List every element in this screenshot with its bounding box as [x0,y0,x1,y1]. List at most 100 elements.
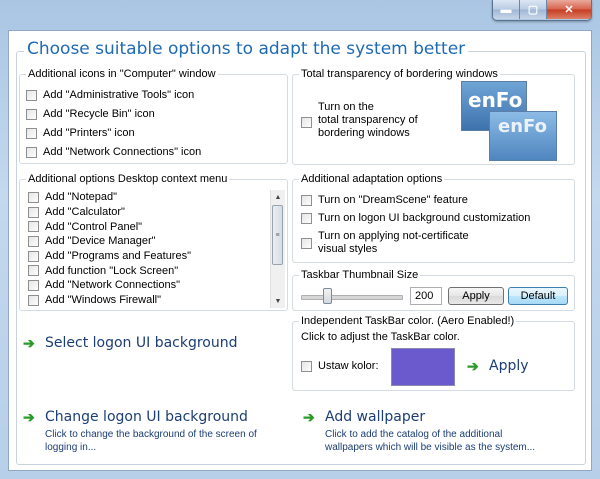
checkbox-network-connections[interactable]: Add "Network Connections" icon [26,146,201,158]
context-menu-group: Additional options Desktop context menu … [19,173,291,311]
checkbox-box[interactable] [26,89,37,101]
taskbar-color-caption: Independent TaskBar color. (Aero Enabled… [299,315,517,327]
maximize-icon: ▢ [527,4,539,16]
arrow-right-icon: ➔ [23,335,35,351]
list-item-label: Add "Programs and Features" [45,250,191,263]
checkbox-box[interactable] [26,146,37,158]
thumbnail-size-group: Taskbar Thumbnail Size 200 Apply Default [292,269,575,311]
list-item[interactable]: Add "Network Connections" [26,278,291,293]
arrow-right-icon: ➔ [467,358,479,374]
list-item-label: Add "Windows Firewall" [45,294,162,307]
checkbox-printers[interactable]: Add "Printers" icon [26,127,135,139]
list-item[interactable]: Add "Notepad" [26,190,291,205]
thumbnail-default-button[interactable]: Default [508,287,568,305]
maximize-button[interactable]: ▢ [520,0,547,19]
change-logon-background-link[interactable]: ➔ Change logon UI background [23,409,248,426]
transparency-checkbox[interactable]: Turn on the total transparency of border… [301,101,418,140]
set-color-checkbox[interactable]: Ustaw kolor: [301,360,379,372]
close-icon: ✕ [564,4,574,16]
arrow-right-icon: ➔ [303,409,315,425]
list-item-label: Add "Network Connections" [45,279,180,292]
adaptation-caption: Additional adaptation options [299,173,445,185]
list-item[interactable]: Add "Device Manager" [26,234,291,249]
preview-logo: enFo [498,116,547,137]
select-logon-background-link[interactable]: ➔ Select logon UI background [23,335,238,352]
window-controls: ▬ ▢ ✕ [492,0,592,21]
add-wallpaper-description: Click to add the catalog of the addition… [325,429,536,453]
grip-icon: ≡ [275,231,280,239]
checkbox-label: Ustaw kolor: [318,360,379,372]
list-item-label: Add "Notepad" [45,191,118,204]
taskbar-color-apply-link[interactable]: ➔ Apply [467,358,529,375]
checkbox-admin-tools[interactable]: Add "Administrative Tools" icon [26,89,194,101]
slider-thumb[interactable] [323,288,332,304]
checkbox-box[interactable] [28,294,39,306]
list-item[interactable]: Add "Programs and Features" [26,249,291,264]
minimize-icon: ▬ [500,3,512,16]
checkbox-label: Add "Printers" icon [43,127,135,139]
checkbox-label: Add "Network Connections" icon [43,146,202,158]
checkbox-box[interactable] [301,194,312,206]
checkbox-label: Turn on "DreamScene" feature [318,194,468,206]
list-item[interactable]: Add "Calculator" [26,205,291,220]
thumbnail-size-input[interactable]: 200 [410,287,442,305]
checkbox-box[interactable] [28,191,39,203]
page-title: Choose suitable options to adapt the sys… [24,39,469,59]
checkbox-label: Add "Recycle Bin" icon [43,108,155,120]
list-item[interactable]: Add "Windows Firewall" [26,293,291,308]
checkbox-box[interactable] [26,127,37,139]
checkbox-label: Add "Administrative Tools" icon [43,89,195,101]
checkbox-box[interactable] [28,206,39,218]
checkbox-recycle-bin[interactable]: Add "Recycle Bin" icon [26,108,155,120]
list-item-label: Add "Device Manager" [45,235,156,248]
title-bar: ▬ ▢ ✕ [0,0,600,30]
color-swatch[interactable] [391,348,455,386]
checkbox-box[interactable] [301,212,312,224]
link-label: Add wallpaper [325,409,426,425]
scroll-up-icon[interactable]: ▲ [271,190,285,204]
apply-link-label: Apply [489,358,529,374]
minimize-button[interactable]: ▬ [493,0,520,19]
taskbar-color-group: Independent TaskBar color. (Aero Enabled… [292,315,575,391]
list-item[interactable]: Add function "Lock Screen" [26,263,291,278]
checkbox-box[interactable] [301,237,312,249]
list-item[interactable]: Add "Control Panel" [26,219,291,234]
link-label: Select logon UI background [45,335,238,351]
close-button[interactable]: ✕ [547,0,591,19]
checkbox-visual-styles[interactable]: Turn on applying not-certificate visual … [301,230,469,256]
transparency-preview-image: enFo enFo [461,81,571,163]
checkbox-box[interactable] [28,235,39,247]
checkbox-box[interactable] [26,108,37,120]
computer-icons-group: Additional icons in "Computer" window Ad… [19,68,288,164]
checkbox-box[interactable] [28,279,39,291]
preview-logo: enFo [468,88,523,112]
checkbox-label: Turn on applying not-certificate visual … [318,230,469,255]
client-area: Choose suitable options to adapt the sys… [8,30,592,471]
list-item-label: Add function "Lock Screen" [45,264,179,277]
transparency-caption: Total transparency of bordering windows [299,68,500,80]
context-menu-caption: Additional options Desktop context menu [26,173,230,185]
thumbnail-size-slider[interactable] [301,295,403,300]
checkbox-label: Turn on logon UI background customizatio… [318,212,531,224]
change-logon-description: Click to change the background of the sc… [45,429,257,453]
checkbox-box[interactable] [301,360,312,372]
link-label: Change logon UI background [45,409,248,425]
checkbox-box[interactable] [28,250,39,262]
checkbox-box[interactable] [301,117,312,128]
adaptation-group: Additional adaptation options Turn on "D… [292,173,575,263]
checkbox-box[interactable] [28,265,39,277]
checkbox-dreamscene[interactable]: Turn on "DreamScene" feature [301,194,468,206]
transparency-group: Total transparency of bordering windows … [292,68,575,165]
checkbox-logon-ui[interactable]: Turn on logon UI background customizatio… [301,212,530,224]
scroll-down-icon[interactable]: ▼ [271,294,285,308]
thumbnail-apply-button[interactable]: Apply [448,287,504,305]
add-wallpaper-link[interactable]: ➔ Add wallpaper [303,409,425,426]
checkbox-box[interactable] [28,221,39,233]
scrollbar-thumb[interactable]: ≡ [272,205,283,265]
context-menu-scrollbar[interactable]: ▲ ≡ ▼ [270,190,285,308]
preview-window-front: enFo [489,111,557,161]
arrow-right-icon: ➔ [23,409,35,425]
thumbnail-size-caption: Taskbar Thumbnail Size [299,269,421,281]
taskbar-color-hint: Click to adjust the TaskBar color. [301,331,460,343]
context-menu-list[interactable]: Add "Notepad" Add "Calculator" Add "Cont… [26,190,291,308]
